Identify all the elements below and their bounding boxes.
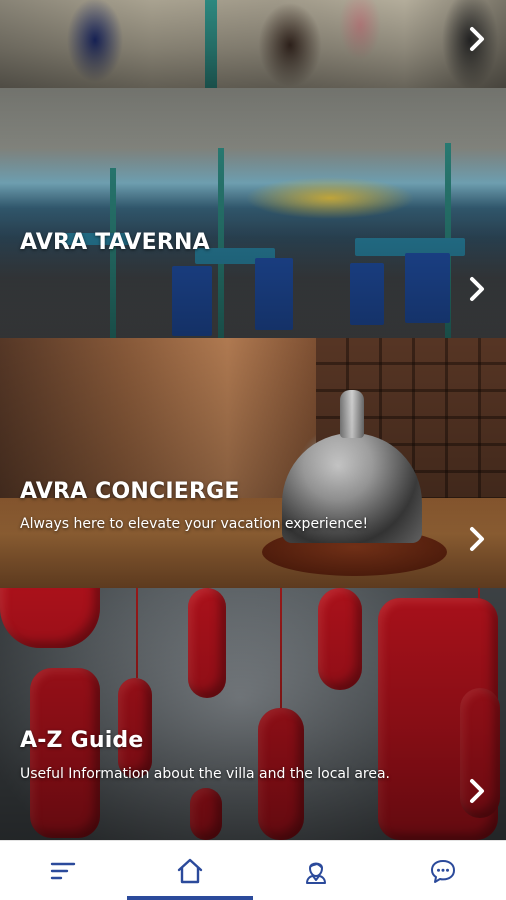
card-top-partial[interactable] — [0, 0, 506, 88]
card-title: AVRA CONCIERGE — [20, 479, 240, 504]
card-title: A-Z Guide — [20, 728, 144, 753]
nav-home[interactable] — [126, 841, 253, 900]
menu-icon — [49, 857, 77, 885]
chevron-right-icon[interactable] — [462, 524, 492, 554]
concierge-person-icon — [302, 857, 330, 885]
chevron-right-icon[interactable] — [462, 776, 492, 806]
card-subtitle: Always here to elevate your vacation exp… — [20, 516, 369, 532]
nav-chat[interactable] — [380, 841, 506, 900]
bottom-navigation — [0, 840, 506, 900]
nav-concierge[interactable] — [253, 841, 380, 900]
chat-bubble-icon — [429, 857, 457, 885]
chevron-right-icon[interactable] — [462, 24, 492, 54]
content-feed: AVRA TAVERNA AVRA CONCIERGE Always here … — [0, 0, 506, 840]
card-subtitle: Useful Information about the villa and t… — [20, 766, 390, 782]
card-avra-concierge[interactable]: AVRA CONCIERGE Always here to elevate yo… — [0, 338, 506, 588]
chevron-right-icon[interactable] — [462, 274, 492, 304]
home-icon — [176, 857, 204, 885]
active-tab-indicator — [126, 896, 253, 900]
card-a-z-guide[interactable]: A-Z Guide Useful Information about the v… — [0, 588, 506, 840]
card-avra-taverna[interactable]: AVRA TAVERNA — [0, 88, 506, 338]
nav-menu[interactable] — [0, 841, 127, 900]
card-title: AVRA TAVERNA — [20, 230, 210, 255]
